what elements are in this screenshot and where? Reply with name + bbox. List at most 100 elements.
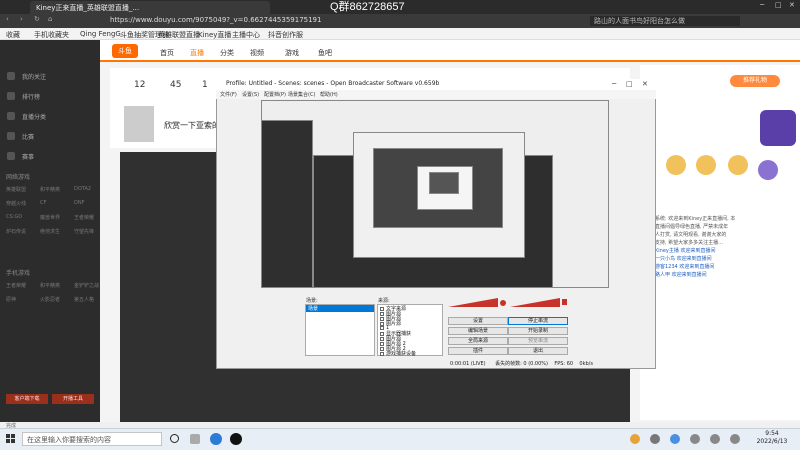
close-icon[interactable]: ✕ <box>789 1 795 9</box>
cortana-icon[interactable] <box>170 434 179 443</box>
sidebar-game-link[interactable]: 第五人格 <box>74 296 94 303</box>
gift-icon[interactable] <box>696 155 716 175</box>
checkbox-icon[interactable] <box>380 351 384 356</box>
obs-global-sources-button[interactable]: 全局来源 <box>448 337 508 345</box>
nav-item[interactable]: 鱼吧 <box>318 48 332 58</box>
sidebar-item-category[interactable]: 直播分类 <box>22 112 46 121</box>
url-field[interactable]: https://www.douyu.com/9075049?_v=0.66274… <box>110 16 580 26</box>
bookmark-item[interactable]: 收藏 <box>6 30 20 39</box>
sidebar-game-link[interactable]: DOTA2 <box>74 186 91 192</box>
obs-settings-button[interactable]: 设置 <box>448 317 508 325</box>
obs-menu-item[interactable]: 帮助(H) <box>320 91 338 98</box>
obs-plugins-button[interactable]: 插件 <box>448 347 508 355</box>
back-icon[interactable]: ‹ <box>6 15 9 23</box>
sidebar-game-link[interactable]: 炉石传说 <box>6 228 26 235</box>
sidebar-game-link[interactable]: 原神 <box>6 296 16 303</box>
obs-start-record-button[interactable]: 开始录制 <box>508 327 568 335</box>
obs-close-icon[interactable]: ✕ <box>642 80 648 88</box>
obs-menu-item[interactable]: 配置档(P) <box>264 91 286 98</box>
sidebar-item-rank[interactable]: 排行榜 <box>22 92 40 101</box>
windows-start-icon[interactable] <box>6 434 16 444</box>
speaker-icon[interactable] <box>562 299 567 305</box>
sidebar-game-link[interactable]: 穿越火线 <box>6 200 26 207</box>
bookmark-item[interactable]: 手机收藏夹 <box>34 30 69 39</box>
home-icon[interactable]: ⌂ <box>48 15 52 23</box>
obs-status-time: 0:00:01 (LIVE) <box>450 361 486 367</box>
obs-preview[interactable] <box>261 100 609 288</box>
sidebar-item-event[interactable]: 赛事 <box>22 152 34 161</box>
bookmark-item[interactable]: 英雄联盟直播 <box>158 30 200 39</box>
gift-icon[interactable] <box>666 155 686 175</box>
scenes-list[interactable]: 场景 <box>305 304 375 356</box>
taskbar-search-input[interactable]: 在这里输入你要搜索的内容 <box>22 432 162 446</box>
obs-maximize-icon[interactable]: □ <box>626 80 633 88</box>
site-logo[interactable]: 斗鱼 <box>112 44 138 58</box>
maximize-icon[interactable]: □ <box>775 1 782 9</box>
event-banner[interactable] <box>760 110 796 146</box>
sidebar-game-link[interactable]: 王者荣耀 <box>6 282 26 289</box>
obs-status-bar: 0:00:01 (LIVE) 丢失的帧数: 0 (0.00%) FPS: 60 … <box>450 360 650 368</box>
nav-item[interactable]: 视频 <box>250 48 264 58</box>
browser-tab[interactable]: Kiney正来直播_英雄联盟直播_... <box>30 1 270 14</box>
network-icon[interactable] <box>690 434 700 444</box>
bookmark-item[interactable]: Kiney直播 <box>198 30 231 39</box>
streaming-tool-button[interactable]: 开播工具 <box>52 394 94 404</box>
mic-icon[interactable] <box>500 300 506 306</box>
sidebar-game-link[interactable]: 绝地求生 <box>40 228 60 235</box>
task-view-icon[interactable] <box>190 434 200 444</box>
nav-item[interactable]: 首页 <box>160 48 174 58</box>
sidebar-game-link[interactable]: 魔兽世界 <box>40 214 60 221</box>
client-download-button[interactable]: 客户端下载 <box>6 394 48 404</box>
sidebar-game-link[interactable]: CF <box>40 200 46 206</box>
ime-icon[interactable] <box>730 434 740 444</box>
obs-stop-stream-button[interactable]: 停止串流 <box>508 317 568 325</box>
tray-icon[interactable] <box>650 434 660 444</box>
browser-taskbar-icon[interactable] <box>210 433 222 445</box>
sidebar-item-follow[interactable]: 我的关注 <box>22 72 46 81</box>
bookmark-item[interactable]: 抖音创作服 <box>268 30 303 39</box>
nav-item[interactable]: 游戏 <box>285 48 299 58</box>
sidebar-game-link[interactable]: 守望先锋 <box>74 228 94 235</box>
stat-count: 1 <box>202 80 208 90</box>
forward-icon[interactable]: › <box>20 15 23 23</box>
gift-icon[interactable] <box>728 155 748 175</box>
sidebar-game-link[interactable]: 金铲铲之战 <box>74 282 99 289</box>
audio-meter <box>448 298 567 307</box>
streamer-avatar[interactable] <box>124 106 154 142</box>
volume-icon[interactable] <box>710 434 720 444</box>
obs-exit-button[interactable]: 退出 <box>508 347 568 355</box>
bookmark-item[interactable]: 主播中心 <box>232 30 260 39</box>
source-item[interactable]: 游戏捕获设备 <box>380 350 416 357</box>
nav-item[interactable]: 直播 <box>190 48 204 58</box>
sidebar-game-link[interactable]: 和平精英 <box>40 282 60 289</box>
browser-search-input[interactable]: 路山的人面书鸟好阳台怎么做 <box>590 16 740 26</box>
sidebar-game-link[interactable]: 英雄联盟 <box>6 186 26 193</box>
sidebar-game-link[interactable]: 火影忍者 <box>40 296 60 303</box>
tray-icon[interactable] <box>670 434 680 444</box>
obs-edit-scene-button[interactable]: 编辑场景 <box>448 327 508 335</box>
chat-line: Kiney主播 欢迎来到直播间 <box>655 248 716 254</box>
obs-minimize-icon[interactable]: ─ <box>612 80 616 88</box>
checkbox-icon[interactable] <box>380 325 384 330</box>
sidebar-game-link[interactable]: CS:GO <box>6 214 22 220</box>
sidebar-game-link[interactable]: DNF <box>74 200 84 206</box>
sidebar-game-link[interactable]: 和平精英 <box>40 186 60 193</box>
gift-icon[interactable] <box>758 160 778 180</box>
refresh-icon[interactable]: ↻ <box>34 15 40 23</box>
sidebar-game-link[interactable]: 王者荣耀 <box>74 214 94 221</box>
tray-icon[interactable] <box>630 434 640 444</box>
obs-menu-item[interactable]: 文件(F) <box>220 91 237 98</box>
scene-item[interactable]: 场景 <box>306 305 374 312</box>
minimize-icon[interactable]: ─ <box>760 1 764 9</box>
clock-time: 9:54 <box>765 430 779 437</box>
obs-menu-item[interactable]: 场景集合(C) <box>288 91 315 98</box>
obs-taskbar-icon[interactable] <box>230 433 242 445</box>
obs-preview-button[interactable]: 预览串流 <box>508 337 568 345</box>
recommend-badge[interactable]: 推荐礼物 <box>730 75 780 87</box>
obs-titlebar: Profile: Untitled - Scenes: scenes - Ope… <box>216 79 656 90</box>
bookmark-item[interactable]: Qing FengG <box>80 30 121 39</box>
obs-menu-item[interactable]: 设置(S) <box>242 91 259 98</box>
sidebar-item-match[interactable]: 比赛 <box>22 132 34 141</box>
taskbar-clock[interactable]: 9:54 2022/6/13 <box>752 430 792 446</box>
nav-item[interactable]: 分类 <box>220 48 234 58</box>
